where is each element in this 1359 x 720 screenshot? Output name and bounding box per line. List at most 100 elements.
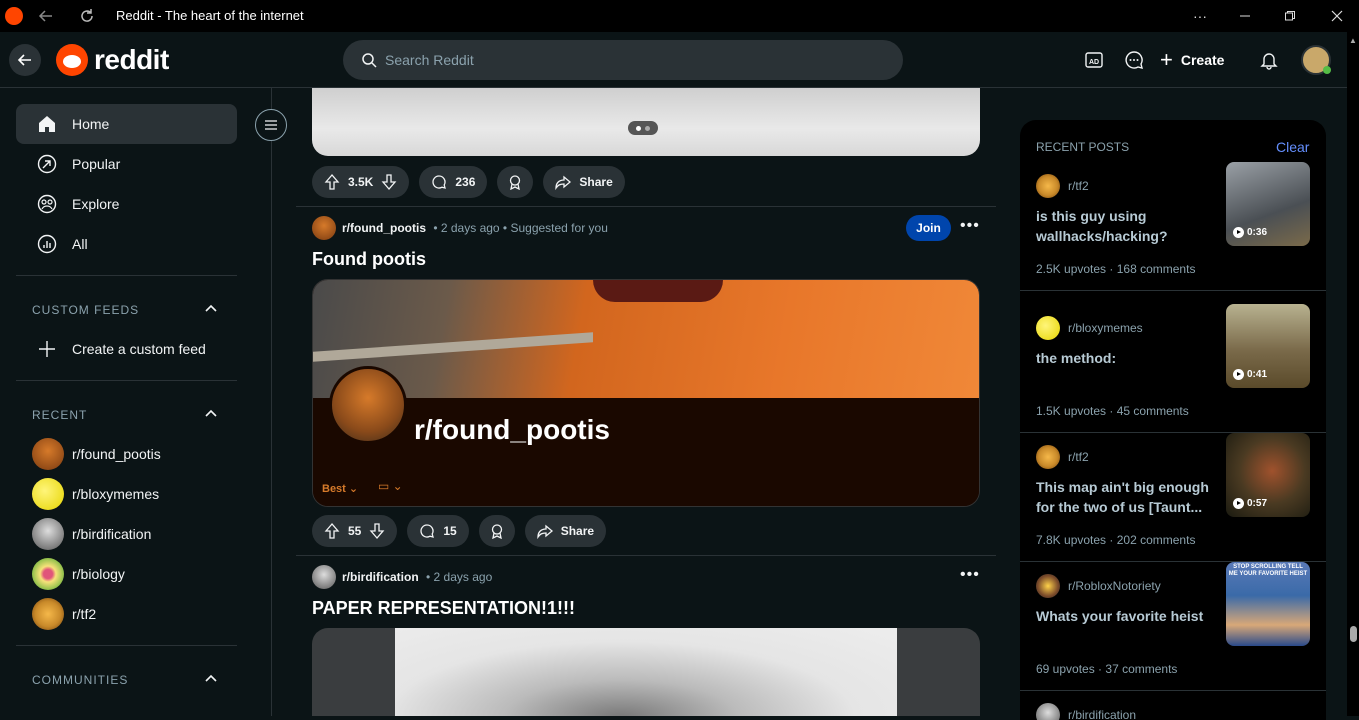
post-title[interactable]: Found pootis <box>312 249 426 270</box>
post-options-icon[interactable]: ••• <box>960 217 980 235</box>
recent-post-title[interactable]: This map ain't big enough for the two of… <box>1036 477 1216 517</box>
sidebar-item-home[interactable]: Home <box>16 104 237 144</box>
post-title[interactable]: PAPER REPRESENTATION!1!!! <box>312 598 575 619</box>
sidebar-item-found-pootis[interactable]: r/found_pootis <box>32 438 161 470</box>
recent-post-title[interactable]: is this guy using wallhacks/hacking? <box>1036 206 1216 246</box>
chevron-up-icon[interactable] <box>203 301 219 317</box>
chevron-up-icon[interactable] <box>203 406 219 422</box>
scrollbar-thumb[interactable] <box>1350 626 1357 642</box>
post-actions: 3.5K 236 Share <box>312 166 625 198</box>
left-sidebar: Home Popular Explore All CUSTOM FEEDS Cr… <box>0 88 287 716</box>
comments-button[interactable]: 15 <box>407 515 469 547</box>
join-button[interactable]: Join <box>906 215 951 241</box>
video-duration: 0:36 <box>1233 225 1267 239</box>
community-name: r/bloxymemes <box>72 486 160 502</box>
recent-heading[interactable]: RECENT <box>32 408 87 422</box>
brand-wordmark: reddit <box>94 44 169 75</box>
sidebar-item-tf2[interactable]: r/tf2 <box>32 598 96 630</box>
carousel-indicator[interactable] <box>628 121 658 135</box>
comment-icon <box>432 175 447 189</box>
post-options-icon[interactable]: ••• <box>960 566 980 584</box>
custom-feeds-heading[interactable]: CUSTOM FEEDS <box>32 303 139 317</box>
clear-button[interactable]: Clear <box>1276 139 1309 155</box>
recent-post-stats: 7.8K upvotes · 202 comments <box>1036 533 1196 547</box>
sidebar-item-explore[interactable]: Explore <box>16 184 237 224</box>
vote-button-group[interactable]: 3.5K <box>312 166 410 198</box>
comments-button[interactable]: 236 <box>419 166 488 198</box>
subreddit-link[interactable]: r/found_pootis <box>342 221 426 235</box>
create-button[interactable]: + Create <box>1160 44 1224 76</box>
recent-post-title[interactable]: the method: <box>1036 348 1216 368</box>
recent-post-subreddit[interactable]: r/bloxymemes <box>1068 321 1143 335</box>
explore-icon <box>36 193 58 215</box>
downvote-icon[interactable] <box>381 174 397 190</box>
recent-post-title[interactable]: Whats your favorite heist <box>1036 606 1216 626</box>
create-custom-feed-item[interactable]: Create a custom feed <box>16 329 237 369</box>
post-meta: r/birdification • 2 days ago <box>312 565 492 589</box>
notification-bell-icon[interactable] <box>1257 48 1281 72</box>
recent-post-thumbnail[interactable]: STOP SCROLLING TELL ME YOUR FAVORITE HEI… <box>1226 562 1310 646</box>
recent-post-stats: 2.5K upvotes · 168 comments <box>1036 262 1196 276</box>
page-scrollbar[interactable]: ▲ <box>1347 32 1359 716</box>
subreddit-avatar[interactable] <box>312 216 336 240</box>
advertise-icon[interactable]: AD <box>1082 48 1106 72</box>
community-name: r/biology <box>72 566 125 582</box>
subreddit-link[interactable]: r/birdification <box>342 570 419 584</box>
search-bar[interactable] <box>343 40 903 80</box>
popular-icon <box>36 153 58 175</box>
upvote-icon[interactable] <box>324 174 340 190</box>
main-feed: 3.5K 236 Share r/found_pootis • 2 days a… <box>296 88 996 716</box>
top-header: reddit AD + Create <box>0 32 1359 88</box>
sidebar-item-popular[interactable]: Popular <box>16 144 237 184</box>
recent-post-thumbnail[interactable]: 0:57 <box>1226 433 1310 517</box>
minimize-icon[interactable] <box>1225 4 1265 28</box>
upvote-icon[interactable] <box>324 523 340 539</box>
subreddit-banner-image[interactable]: r/found_pootis Best ⌄ ▭ ⌄ <box>312 279 980 507</box>
restore-icon[interactable] <box>1270 4 1310 28</box>
vote-button-group[interactable]: 55 <box>312 515 398 547</box>
close-icon[interactable] <box>1317 4 1357 28</box>
downvote-icon[interactable] <box>369 523 385 539</box>
post-media[interactable] <box>312 88 980 156</box>
community-name: r/birdification <box>72 526 152 542</box>
more-icon[interactable]: ··· <box>1180 4 1220 28</box>
comment-icon <box>420 524 435 538</box>
reddit-logo[interactable]: reddit <box>56 44 169 76</box>
recent-post-thumbnail[interactable]: 0:36 <box>1226 162 1310 246</box>
share-button[interactable]: Share <box>543 166 625 198</box>
user-avatar[interactable] <box>1301 45 1331 75</box>
award-button[interactable] <box>497 166 534 198</box>
communities-heading[interactable]: COMMUNITIES <box>32 673 128 687</box>
recent-post-subreddit[interactable]: r/tf2 <box>1068 179 1089 193</box>
sidebar-item-biology[interactable]: r/biology <box>32 558 125 590</box>
banner-sort-label: Best ⌄ <box>322 483 359 495</box>
chevron-up-icon[interactable] <box>203 671 219 687</box>
share-icon <box>555 175 572 190</box>
recent-post-subreddit[interactable]: r/tf2 <box>1068 450 1089 464</box>
sidebar-item-birdification[interactable]: r/birdification <box>32 518 151 550</box>
community-avatar <box>32 478 64 510</box>
recent-post-subreddit[interactable]: r/birdification <box>1068 708 1136 720</box>
sidebar-item-all[interactable]: All <box>16 224 237 264</box>
recent-post-thumbnail[interactable]: 0:41 <box>1226 304 1310 388</box>
back-arrow-icon[interactable] <box>35 6 57 26</box>
share-button[interactable]: Share <box>524 515 607 547</box>
divider <box>1020 690 1326 691</box>
subreddit-avatar[interactable] <box>312 565 336 589</box>
chat-icon[interactable] <box>1122 48 1146 72</box>
divider <box>16 645 237 646</box>
search-input[interactable] <box>385 52 865 68</box>
recent-post-subreddit[interactable]: r/RobloxNotoriety <box>1068 579 1161 593</box>
collapse-sidebar-button[interactable] <box>255 109 287 141</box>
award-button[interactable] <box>478 515 515 547</box>
create-label: Create <box>1180 52 1225 68</box>
post-media[interactable] <box>312 628 980 716</box>
community-avatar <box>1036 174 1060 198</box>
award-icon <box>491 524 502 539</box>
reload-icon[interactable] <box>76 6 98 26</box>
community-avatar <box>1036 574 1060 598</box>
sidebar-item-bloxymemes[interactable]: r/bloxymemes <box>32 478 159 510</box>
menu-icon <box>265 120 277 130</box>
scroll-up-icon[interactable]: ▲ <box>1349 36 1357 45</box>
back-button[interactable] <box>9 44 41 76</box>
